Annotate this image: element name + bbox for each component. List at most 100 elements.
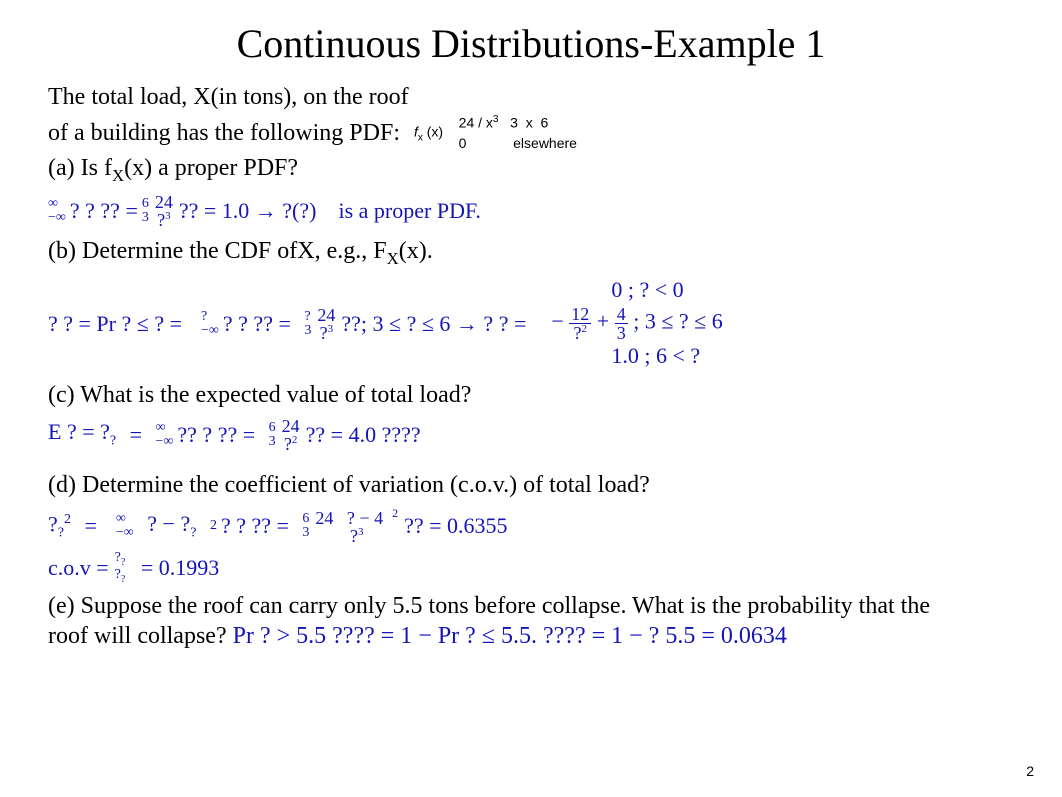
- c-frac-bot: ?: [284, 434, 292, 454]
- d-covfrac-top: ??: [113, 551, 128, 568]
- pdf-case2: 0 elsewhere: [455, 134, 577, 154]
- b-frac-exp: 3: [328, 323, 334, 335]
- c-lim2: 6 3: [269, 421, 276, 449]
- dcfts: ?: [121, 557, 125, 568]
- slide-container: Continuous Distributions-Example 1 The t…: [0, 0, 1062, 797]
- b-seg1: ? ? = Pr ? ≤ ? =: [48, 313, 182, 335]
- d-bigfrac-bot: ?3: [348, 527, 366, 545]
- part-e-question1: (e) Suppose the roof can carry only 5.5 …: [48, 591, 1014, 621]
- dvss: ?: [58, 525, 64, 540]
- bc2f1bw: ?2: [572, 324, 590, 342]
- c-seg1: E ? = ??: [48, 421, 116, 448]
- dfe: 3: [358, 526, 364, 538]
- part-d-question: (d) Determine the coefficient of variati…: [48, 469, 1014, 501]
- b-lim1-bot: −∞: [201, 324, 219, 338]
- part-d-answer1: ??2 = ∞ −∞ ? − ?? 2 ? ? ?? = 6 3 24 ? − …: [48, 507, 1014, 545]
- dfb: ?: [350, 526, 358, 546]
- bc2f1: 12 ?2: [569, 305, 591, 342]
- bc2a: −: [551, 309, 563, 334]
- d-lim1: ∞ −∞: [116, 512, 134, 540]
- b-frac-bot: ?: [320, 323, 328, 343]
- a-frac: 24 ?3: [153, 193, 175, 229]
- a-seg3: is a proper PDF.: [338, 200, 480, 222]
- de2: 2: [210, 519, 217, 533]
- dpe: 2: [392, 506, 398, 520]
- c1e: 3: [493, 114, 499, 125]
- a-frac-top: 24: [153, 193, 175, 211]
- bc2f2: 4 3: [615, 305, 628, 342]
- cs2: =: [130, 424, 142, 446]
- dcfbs: ?: [121, 574, 125, 585]
- c-frac-bot-wrap: ?2: [282, 435, 300, 453]
- b-frac-bot-wrap: ?3: [318, 324, 336, 342]
- d-seg3: ? ? ?? =: [221, 515, 289, 537]
- b-seg3: ??; 3 ≤ ? ≤ 6 → ? ? =: [341, 313, 526, 335]
- bq3: (x).: [399, 238, 433, 264]
- bc2c: ; 3 ≤ ? ≤ 6: [633, 309, 723, 334]
- bc2f1t: 12: [569, 305, 591, 324]
- bq2: , e.g., F: [315, 238, 387, 264]
- slide-title: Continuous Distributions-Example 1: [48, 20, 1014, 67]
- intro-text: The total load,: [48, 84, 193, 110]
- d-covv: = 0.1993: [141, 557, 219, 579]
- a-frac-bot-wrap: ?3: [155, 211, 173, 229]
- dpa: ? − 4: [347, 508, 383, 528]
- c-frac-top: 24: [280, 417, 302, 435]
- d-covfrac-bot: ??: [113, 568, 128, 585]
- b-case1: 0 ; ? < 0: [551, 276, 722, 305]
- b-lim1: ? −∞: [201, 310, 219, 338]
- a-lim2-top: 6: [142, 197, 149, 211]
- b-frac-top: 24: [315, 306, 337, 324]
- d-lim2-bot: 3: [302, 526, 309, 540]
- part-a-answer: ∞ −∞ ? ? ?? = 6 3 24 ?3 ?? = 1.0 → ?(?) …: [48, 193, 1014, 229]
- ds1: =: [84, 515, 96, 537]
- intro-line2: of a building has the following PDF:: [48, 117, 400, 149]
- d-lim2-top: 6: [302, 512, 309, 526]
- pdf-definition: fx (x) 24 / x3 3 x 6 0 elsewhere: [414, 113, 577, 153]
- c-lim1-bot: −∞: [156, 435, 174, 449]
- c2b: elsewhere: [513, 135, 577, 151]
- c-seg4: ?? = 4.0 ????: [306, 424, 421, 446]
- b-frac: 24 ?3: [315, 306, 337, 342]
- aq2: (x) a proper PDF?: [124, 155, 298, 181]
- intro-var: X: [193, 84, 210, 110]
- a-seg1: ? ? ?? =: [70, 200, 138, 222]
- c1c: x: [526, 115, 533, 131]
- a-seg2: ?? = 1.0 → ?(?): [179, 200, 317, 222]
- d-bigfrac: 24 ? − 4 2 ?3: [313, 507, 400, 545]
- b-cases: 0 ; ? < 0 − 12 ?2 + 4 3 ; 3 ≤ ? ≤ 6 1.0 …: [551, 276, 722, 370]
- part-b-question: (b) Determine the CDF ofX, e.g., FX(x).: [48, 235, 1014, 270]
- part-d-answer2: c.o.v = ?? ?? = 0.1993: [48, 551, 1014, 585]
- b-lim1-top: ?: [201, 310, 207, 324]
- ds2: ? − ?: [147, 511, 190, 536]
- part-b-answer: ? ? = Pr ? ≤ ? = ? −∞ ? ? ?? = ? 3 24 ?3…: [48, 276, 1014, 370]
- ds2s: ?: [190, 525, 196, 540]
- c-lim2-top: 6: [269, 421, 276, 435]
- d-var: ??2: [48, 513, 71, 541]
- e-ans: Pr ? > 5.5 ???? = 1 − Pr ? ≤ 5.5. ???? =…: [233, 623, 787, 649]
- pdf-sub: x: [418, 133, 423, 144]
- a-frac-bot: ?: [157, 210, 165, 230]
- part-c-answer: E ? = ?? = ∞ −∞ ?? ? ?? = 6 3 24 ?2 ?? =…: [48, 417, 1014, 453]
- d-covfrac: ?? ??: [113, 551, 128, 585]
- dvs: ?: [48, 511, 58, 536]
- eq2: roof will collapse?: [48, 623, 227, 649]
- b-lim2-top: ?: [304, 310, 310, 324]
- a-lim1-top: ∞: [48, 197, 58, 211]
- cs1s: ?: [110, 434, 116, 449]
- c-lim2-bot: 3: [269, 435, 276, 449]
- bq1: (b) Determine the CDF of: [48, 238, 297, 264]
- c-lim1-top: ∞: [156, 421, 166, 435]
- bc2f2b: 3: [615, 324, 628, 342]
- a-lim1-bot: −∞: [48, 211, 66, 225]
- part-e-line2: roof will collapse? Pr ? > 5.5 ???? = 1 …: [48, 621, 1014, 651]
- c1d: 6: [541, 115, 549, 131]
- dve: 2: [64, 512, 71, 527]
- c1b: 3: [510, 115, 518, 131]
- a-frac-exp: 3: [165, 210, 171, 222]
- c-frac: 24 ?2: [280, 417, 302, 453]
- d-bigfrac-top: 24 ? − 4 2: [313, 507, 400, 527]
- c-lim1: ∞ −∞: [156, 421, 174, 449]
- dft: 24: [315, 508, 333, 528]
- a-lim2: 6 3: [142, 197, 149, 225]
